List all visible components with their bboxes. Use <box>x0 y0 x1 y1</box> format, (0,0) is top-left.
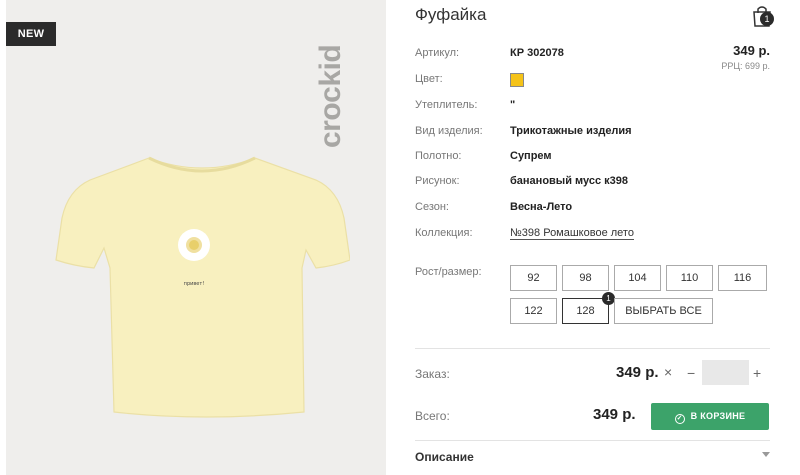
description-toggle[interactable]: Описание <box>415 450 474 464</box>
new-badge: NEW <box>6 22 56 46</box>
total-label: Всего: <box>415 409 450 423</box>
in-cart-label: В КОРЗИНЕ <box>690 411 746 421</box>
attr-label-collection: Коллекция: <box>415 227 473 239</box>
quantity-input[interactable] <box>702 360 749 385</box>
attr-value-fabric: Супрем <box>510 150 552 162</box>
order-price: 349 р. <box>616 364 659 381</box>
cart-count-badge: 1 <box>760 12 774 26</box>
color-swatch[interactable] <box>510 73 524 87</box>
divider <box>415 348 770 349</box>
attr-label-article: Артикул: <box>415 47 460 59</box>
product-info: Фуфайка 1 Артикул: КР 302078 Цвет: Утепл… <box>415 0 774 475</box>
size-option-116[interactable]: 116 <box>718 265 767 291</box>
attr-label-fabric: Полотно: <box>415 150 462 162</box>
size-option-92[interactable]: 92 <box>510 265 557 291</box>
order-label: Заказ: <box>415 367 450 381</box>
decrease-quantity-button[interactable]: − <box>687 365 695 381</box>
size-option-98[interactable]: 98 <box>562 265 609 291</box>
attr-label-insulation: Утеплитель: <box>415 99 478 111</box>
attr-label-season: Сезон: <box>415 201 449 213</box>
divider <box>415 440 770 441</box>
attr-value-pattern: банановый мусс к398 <box>510 175 628 187</box>
attr-label-color: Цвет: <box>415 73 443 85</box>
size-option-104[interactable]: 104 <box>614 265 661 291</box>
increase-quantity-button[interactable]: + <box>753 365 761 381</box>
collection-link[interactable]: №398 Ромашковое лето <box>510 227 634 240</box>
attr-label-type: Вид изделия: <box>415 125 483 137</box>
product-image[interactable]: NEW crockid привет! <box>6 0 386 475</box>
attr-value-insulation: " <box>510 99 516 111</box>
chevron-down-icon[interactable] <box>762 452 770 457</box>
attr-label-pattern: Рисунок: <box>415 175 460 187</box>
size-label: Рост/размер: <box>415 266 482 278</box>
size-option-110[interactable]: 110 <box>666 265 713 291</box>
remove-icon[interactable]: × <box>664 364 672 380</box>
attr-value-article: КР 302078 <box>510 47 564 59</box>
size-option-122[interactable]: 122 <box>510 298 557 324</box>
total-value: 349 р. <box>593 406 636 423</box>
size-option-128[interactable]: 128 <box>562 298 609 324</box>
attr-value-type: Трикотажные изделия <box>510 125 632 137</box>
recommended-price: РРЦ: 699 р. <box>721 61 770 71</box>
product-title: Фуфайка <box>415 5 487 24</box>
brand-logo: crockid <box>314 44 347 148</box>
product-price: 349 р. <box>733 43 770 58</box>
attr-value-season: Весна-Лето <box>510 201 573 213</box>
check-icon: ✓ <box>674 414 685 424</box>
select-all-button[interactable]: ВЫБРАТЬ ВСЕ <box>614 298 713 324</box>
tshirt-image: привет! <box>55 156 350 418</box>
in-cart-button[interactable]: ✓ В КОРЗИНЕ <box>651 403 769 430</box>
print-text: привет! <box>184 281 205 287</box>
